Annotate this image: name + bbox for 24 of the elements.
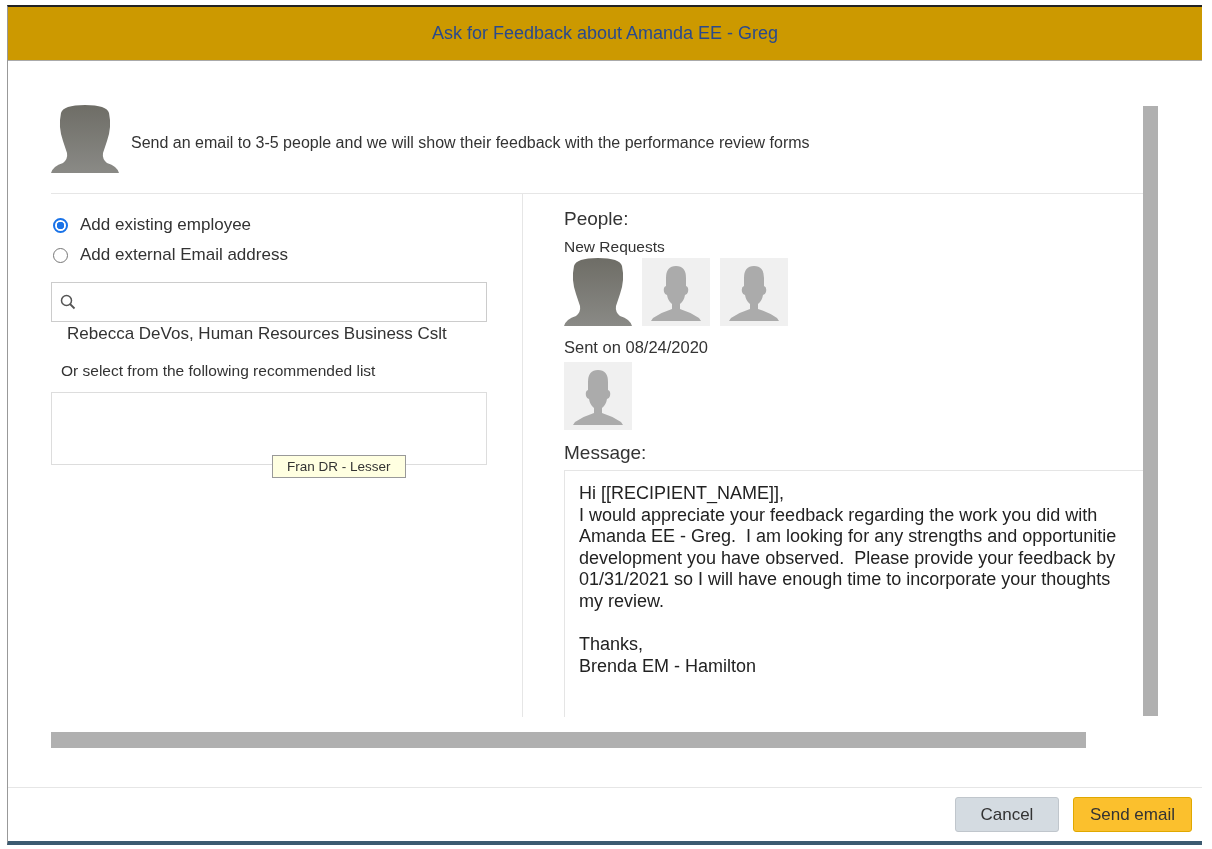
- intro-text: Send an email to 3-5 people and we will show their feedback with the performance review forms: [131, 134, 810, 152]
- avatar-icon: [564, 362, 632, 430]
- suggestion-item[interactable]: Rebecca DeVos, Human Resources Business Cslt: [51, 322, 487, 348]
- avatar-icon: [720, 258, 788, 326]
- radio-option[interactable]: Add existing employee: [51, 210, 487, 240]
- radio-button[interactable]: [53, 247, 68, 263]
- group-label: New Requests: [564, 238, 666, 257]
- horizontal-scrollbar[interactable]: [51, 732, 1086, 748]
- cancel-button[interactable]: Cancel: [954, 797, 1059, 832]
- tooltip: Fran DR - Lesser: [272, 455, 406, 478]
- avatar-icon: [51, 105, 119, 173]
- search-field[interactable]: [51, 282, 487, 322]
- people-heading: People:: [564, 208, 630, 231]
- dialog-title: Ask for Feedback about Amanda EE - Greg: [431, 23, 779, 44]
- radio-button[interactable]: [53, 217, 68, 233]
- message-heading: Message:: [564, 442, 648, 465]
- group-label: Sent on 08/24/2020: [564, 338, 710, 358]
- radio-option[interactable]: Add external Email address: [51, 240, 487, 270]
- search-icon: [60, 294, 76, 310]
- send-button[interactable]: Send email: [1072, 797, 1192, 832]
- avatar-icon: [642, 258, 710, 326]
- avatar-icon: [564, 258, 632, 326]
- vertical-scrollbar[interactable]: [1143, 106, 1158, 716]
- recommended-label: Or select from the following recommended list: [60, 361, 377, 381]
